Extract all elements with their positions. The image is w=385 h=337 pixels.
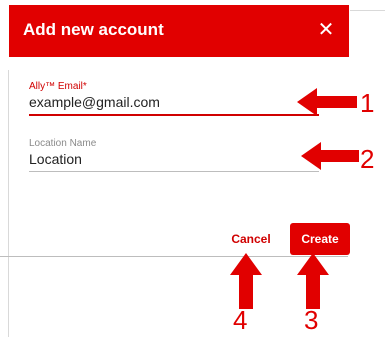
annotation-number-create: 3 — [304, 305, 319, 335]
annotation-number-location: 2 — [360, 144, 375, 174]
annotation-arrow-location — [301, 142, 359, 170]
location-name-input[interactable]: Location — [29, 151, 82, 167]
annotation-arrow-email — [297, 88, 357, 116]
background-divider — [350, 10, 385, 11]
dialog-title: Add new account — [23, 20, 164, 39]
email-field-underline — [29, 114, 319, 116]
annotation-arrow-cancel — [230, 253, 262, 309]
create-button[interactable]: Create — [290, 223, 350, 255]
close-button[interactable]: ✕ — [313, 17, 339, 43]
location-name-field[interactable]: Location Name Location — [29, 138, 319, 174]
location-name-underline — [29, 171, 319, 172]
cancel-button[interactable]: Cancel — [228, 227, 274, 251]
annotation-arrow-create — [297, 253, 329, 309]
annotation-number-cancel: 4 — [233, 305, 248, 335]
email-input[interactable]: example@gmail.com — [29, 94, 160, 110]
add-account-dialog: Add new account ✕ Ally™ Email* example@g… — [9, 5, 350, 261]
annotation-number-email: 1 — [360, 88, 375, 118]
email-field[interactable]: Ally™ Email* example@gmail.com — [29, 81, 319, 117]
close-icon: ✕ — [317, 19, 335, 41]
dialog-header: Add new account ✕ — [9, 5, 349, 57]
email-field-label: Ally™ Email* — [29, 81, 87, 92]
location-name-label: Location Name — [29, 138, 97, 149]
